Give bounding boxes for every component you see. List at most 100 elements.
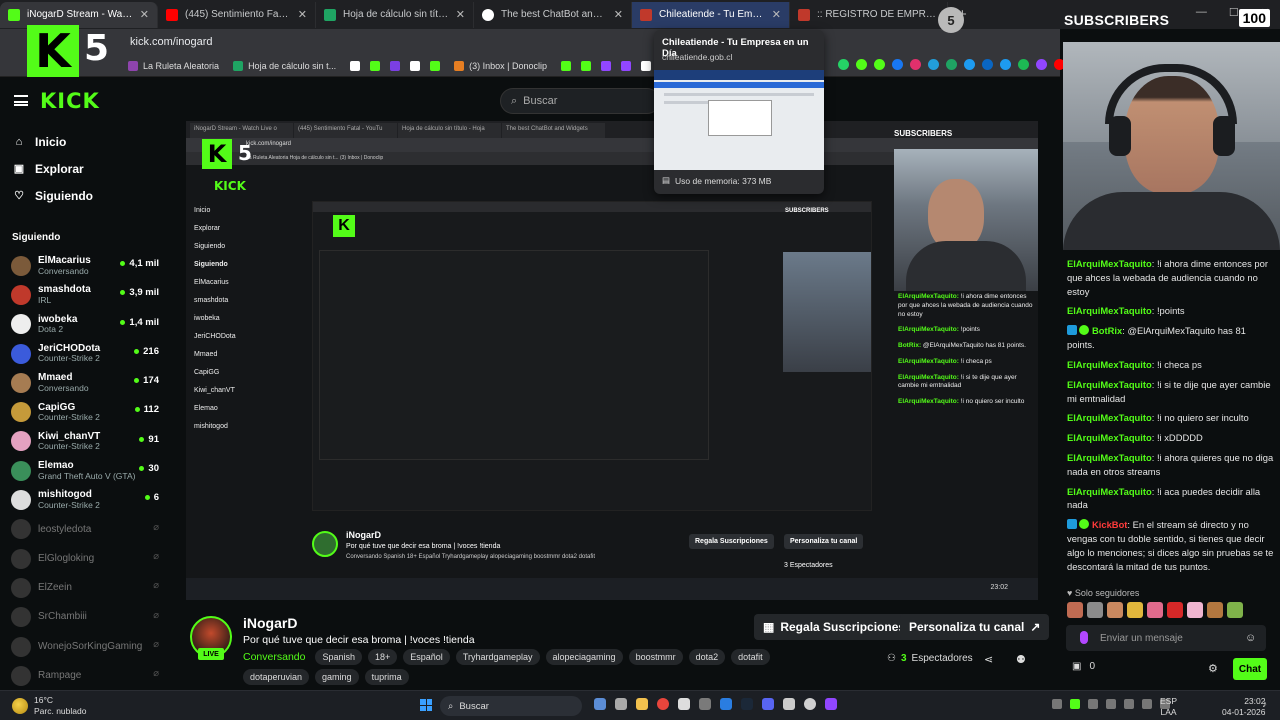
sidebar-channel[interactable]: Elemao Grand Theft Auto V (GTA) 30 bbox=[0, 456, 168, 485]
tab-youtube[interactable]: (445) Sentimiento Fatal - YouTu ✕ bbox=[158, 1, 316, 28]
chat-username[interactable]: ElArquiMexTaquito bbox=[1067, 359, 1152, 370]
network-icon[interactable] bbox=[1142, 699, 1152, 709]
search-input[interactable]: ⌕ Buscar bbox=[500, 88, 660, 114]
sidebar-channel[interactable]: Mmaed Conversando 174 bbox=[0, 368, 168, 397]
close-tab-icon[interactable]: ✕ bbox=[614, 8, 623, 21]
tray-icon[interactable] bbox=[1052, 699, 1062, 709]
tab-chatbot[interactable]: The best ChatBot and Widgets ✕ bbox=[474, 1, 632, 28]
tray-icon[interactable] bbox=[1124, 699, 1134, 709]
close-tab-icon[interactable]: ✕ bbox=[772, 8, 781, 21]
chat-username[interactable]: BotRix bbox=[1092, 325, 1122, 336]
bookmark-icon[interactable] bbox=[581, 60, 591, 71]
chat-username[interactable]: ElArquiMexTaquito bbox=[1067, 258, 1152, 269]
bookmark-icon[interactable] bbox=[350, 60, 361, 71]
sidebar-channel[interactable]: mishitogod Counter-Strike 2 6 bbox=[0, 485, 168, 514]
emote-icon[interactable] bbox=[1087, 602, 1103, 618]
bookmark-icon[interactable] bbox=[561, 60, 571, 71]
bookmark-icon[interactable] bbox=[621, 60, 631, 71]
app-icon[interactable] bbox=[594, 698, 606, 710]
emote-icon[interactable] bbox=[1187, 602, 1203, 618]
tag-chip[interactable]: alopeciagaming bbox=[545, 649, 623, 665]
bookmark-sheets[interactable]: Hoja de cálculo sin t... bbox=[233, 60, 336, 71]
sidebar-channel[interactable]: Rampage ⌀ bbox=[0, 661, 168, 690]
sidebar-channel[interactable]: SrChambiii ⌀ bbox=[0, 603, 168, 632]
bookmark-icon[interactable] bbox=[601, 60, 611, 71]
bookmark-donoclip[interactable]: (3) Inbox | Donoclip bbox=[454, 60, 547, 71]
taskbar-search[interactable]: ⌕ Buscar bbox=[440, 696, 582, 716]
sidebar-channel[interactable]: WonejoSorKingGaming ⌀ bbox=[0, 632, 168, 661]
language-indicator[interactable]: ESP LAA bbox=[1160, 696, 1177, 717]
chat-username[interactable]: ElArquiMexTaquito bbox=[1067, 452, 1152, 463]
tab-registro[interactable]: :: REGISTRO DE EMPRESAS bbox=[790, 1, 948, 28]
customize-channel-button[interactable]: Personaliza tu canal ↗ bbox=[900, 614, 1050, 640]
bookmark-icon[interactable] bbox=[430, 60, 441, 71]
sidebar-channel[interactable]: ElZeein ⌀ bbox=[0, 573, 168, 602]
tag-chip[interactable]: Tryhardgameplay bbox=[455, 649, 540, 665]
tag-chip[interactable]: Spanish bbox=[315, 649, 362, 665]
system-clock[interactable]: 23:02 04-01-2026 bbox=[1222, 696, 1265, 717]
whatsapp-icon[interactable] bbox=[838, 59, 849, 70]
linkedin-icon[interactable] bbox=[982, 59, 993, 70]
chrome-icon[interactable] bbox=[657, 698, 669, 710]
kick-icon[interactable] bbox=[856, 59, 867, 70]
sidebar-channel[interactable]: leostyledota ⌀ bbox=[0, 515, 168, 544]
emote-icon[interactable] bbox=[1147, 602, 1163, 618]
nav-siguiendo[interactable]: ♡ Siguiendo bbox=[0, 182, 168, 209]
tag-chip[interactable]: Español bbox=[403, 649, 450, 665]
file-explorer-icon[interactable] bbox=[636, 698, 648, 710]
sidebar-channel[interactable]: ElMacarius Conversando 4,1 mil bbox=[0, 251, 168, 280]
chat-username[interactable]: KickBot bbox=[1092, 519, 1127, 530]
microphone-icon[interactable] bbox=[1080, 631, 1088, 644]
twitter-icon[interactable] bbox=[1000, 59, 1011, 70]
emote-icon[interactable] bbox=[1227, 602, 1243, 618]
follow-user-icon[interactable]: ⚉ bbox=[1016, 653, 1026, 666]
app-icon[interactable] bbox=[699, 698, 711, 710]
tag-chip[interactable]: dotafit bbox=[731, 649, 770, 665]
kick-icon[interactable] bbox=[874, 59, 885, 70]
emote-icon[interactable] bbox=[1127, 602, 1143, 618]
menu-icon[interactable] bbox=[14, 95, 28, 106]
obs-icon[interactable] bbox=[804, 698, 816, 710]
close-tab-icon[interactable]: ✕ bbox=[456, 8, 465, 21]
chat-message-input[interactable]: Enviar un mensaje bbox=[1066, 625, 1266, 651]
sidebar-channel[interactable]: smashdota IRL 3,9 mil bbox=[0, 280, 168, 309]
tag-chip[interactable]: boostmmr bbox=[628, 649, 683, 665]
spotify-icon[interactable] bbox=[1018, 59, 1029, 70]
bookmark-icon[interactable] bbox=[641, 60, 651, 71]
address-bar[interactable]: kick.com/inogard bbox=[0, 29, 1060, 55]
video-player[interactable]: iNogarD Stream - Watch Live o (445) Sent… bbox=[186, 121, 1038, 600]
windows-start-icon[interactable] bbox=[420, 699, 432, 711]
share-icon[interactable]: ⋖ bbox=[984, 653, 993, 666]
tray-icon[interactable] bbox=[1070, 699, 1080, 709]
chat-settings-icon[interactable]: ⚙ bbox=[1208, 662, 1218, 675]
tag-chip[interactable]: gaming bbox=[315, 669, 359, 685]
sidebar-channel[interactable]: Kiwi_chanVT Counter-Strike 2 91 bbox=[0, 427, 168, 456]
facebook-icon[interactable] bbox=[892, 59, 903, 70]
chat-username[interactable]: ElArquiMexTaquito bbox=[1067, 305, 1152, 316]
chat-username[interactable]: ElArquiMexTaquito bbox=[1067, 486, 1152, 497]
telegram-icon[interactable] bbox=[928, 59, 939, 70]
close-tab-icon[interactable]: ✕ bbox=[298, 8, 307, 21]
emoji-icon[interactable]: ☺ bbox=[1245, 632, 1256, 644]
tab-sheets[interactable]: Hoja de cálculo sin título - Hoja ✕ bbox=[316, 1, 474, 28]
nav-inicio[interactable]: ⌂ Inicio bbox=[0, 128, 168, 155]
notification-bell-icon[interactable]: ♪ bbox=[1262, 699, 1267, 710]
bookmark-icon[interactable] bbox=[390, 60, 401, 71]
emote-icon[interactable] bbox=[1067, 602, 1083, 618]
sidebar-channel[interactable]: JeriCHODota Counter-Strike 2 216 bbox=[0, 339, 168, 368]
chat-username[interactable]: ElArquiMexTaquito bbox=[1067, 379, 1152, 390]
close-tab-icon[interactable]: ✕ bbox=[140, 8, 149, 21]
task-view-icon[interactable] bbox=[615, 698, 627, 710]
tab-chileatiende[interactable]: Chileatiende - Tu Empresa en u ✕ bbox=[632, 1, 790, 28]
tray-icon[interactable] bbox=[1088, 699, 1098, 709]
weather-widget[interactable]: 16°C Parc. nublado bbox=[12, 695, 86, 716]
twitch-icon[interactable] bbox=[1036, 59, 1047, 70]
tag-chip[interactable]: dotaperuvian bbox=[243, 669, 310, 685]
nav-explorar[interactable]: ▣ Explorar bbox=[0, 155, 168, 182]
gift-subs-button[interactable]: ▦ Regala Suscripciones bbox=[754, 614, 915, 640]
app-icon[interactable] bbox=[720, 698, 732, 710]
tray-icon[interactable] bbox=[1106, 699, 1116, 709]
chat-username[interactable]: ElArquiMexTaquito bbox=[1067, 432, 1152, 443]
sheets-icon[interactable] bbox=[946, 59, 957, 70]
app-icon[interactable] bbox=[678, 698, 690, 710]
